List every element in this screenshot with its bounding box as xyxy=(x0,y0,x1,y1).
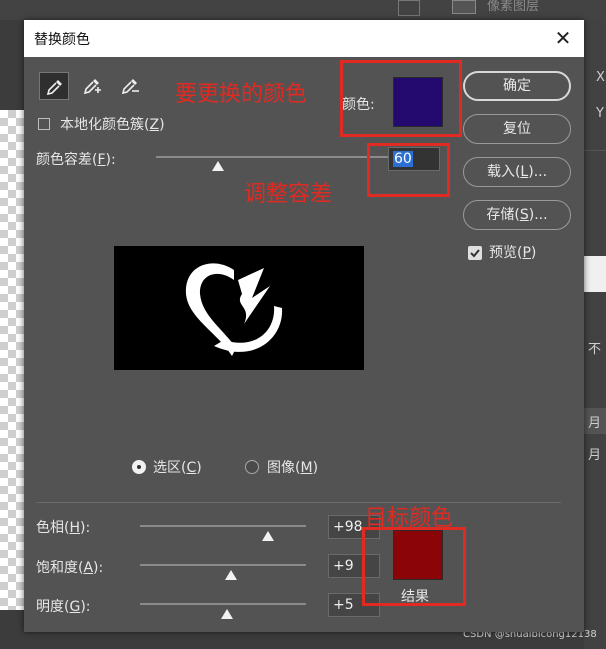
selection-text: 选区( xyxy=(153,460,187,476)
eyedropper-add-tool-button[interactable] xyxy=(77,72,107,100)
fuzziness-slider-track[interactable] xyxy=(156,156,388,158)
label-suffix: ) xyxy=(530,245,537,261)
annotation-target-color: 目标颜色 xyxy=(365,506,454,531)
saturation-slider-track[interactable] xyxy=(140,564,306,566)
load-text: 载入( xyxy=(486,164,521,180)
label-suffix: )... xyxy=(528,207,548,223)
eyedropper-minus-icon xyxy=(121,79,139,95)
fuzziness-slider-thumb[interactable] xyxy=(212,161,224,171)
selection-shortcut: C xyxy=(186,460,197,476)
replace-color-dialog: 替换颜色 ✕ 本地化颜色簇(Z) 颜色容差(F): 60 颜色: 确定 复位 载… xyxy=(24,20,584,632)
layer-image-icon xyxy=(452,0,476,14)
image-text: 图像( xyxy=(267,460,301,476)
label-suffix: ): xyxy=(105,152,116,168)
label-suffix: ): xyxy=(93,560,104,576)
close-button[interactable]: ✕ xyxy=(552,27,574,49)
logo-mask-image xyxy=(185,263,283,356)
selection-preview xyxy=(114,246,364,370)
lightness-shortcut: G xyxy=(69,599,81,615)
lightness-label: 明度(G): xyxy=(36,596,91,616)
saturation-slider-thumb[interactable] xyxy=(225,570,237,580)
localized-clusters-text: 本地化颜色簇( xyxy=(60,117,150,133)
image-radio[interactable] xyxy=(245,460,259,474)
panel-divider xyxy=(584,150,606,151)
save-button[interactable]: 存储(S)... xyxy=(463,200,571,230)
hue-shortcut: H xyxy=(69,520,80,536)
label-suffix: )... xyxy=(528,164,548,180)
save-shortcut: S xyxy=(519,207,529,223)
lightness-text: 明度( xyxy=(36,599,70,615)
label-suffix: ): xyxy=(80,599,91,615)
annotation-adjust-tolerance: 调整容差 xyxy=(244,182,333,207)
eyedropper-plus-icon xyxy=(83,79,101,95)
label-suffix: ) xyxy=(159,117,165,133)
localized-clusters-checkbox[interactable] xyxy=(38,118,50,130)
panel-item[interactable]: 月 xyxy=(588,444,601,463)
dialog-title: 替换颜色 xyxy=(34,32,90,48)
y-coordinate-label: Y xyxy=(596,106,604,121)
hue-slider-track[interactable] xyxy=(140,525,306,527)
reset-button[interactable]: 复位 xyxy=(463,114,571,144)
image-radio-label[interactable]: 图像(M) xyxy=(267,457,318,477)
selection-radio[interactable] xyxy=(132,460,146,474)
x-coordinate-label: X xyxy=(596,70,605,85)
fuzziness-shortcut: F xyxy=(97,152,106,168)
selection-radio-label[interactable]: 选区(C) xyxy=(153,457,202,477)
load-button[interactable]: 载入(L)... xyxy=(463,157,571,187)
panel-item[interactable]: 月 xyxy=(588,412,601,431)
layer-thumbnail-icon xyxy=(398,0,420,16)
annotation-box-tolerance xyxy=(367,143,450,197)
section-divider xyxy=(36,502,561,503)
annotation-box-target-color xyxy=(362,527,466,606)
eyedropper-tool-button[interactable] xyxy=(39,72,69,100)
hue-label: 色相(H): xyxy=(36,517,90,537)
panel-white-strip xyxy=(584,256,606,292)
hue-text: 色相( xyxy=(36,520,70,536)
dialog-titlebar[interactable]: 替换颜色 ✕ xyxy=(24,20,584,57)
annotation-color-to-replace: 要更换的颜色 xyxy=(175,82,308,107)
fuzziness-text: 颜色容差( xyxy=(36,152,98,168)
saturation-label: 饱和度(A): xyxy=(36,557,103,577)
lightness-slider-thumb[interactable] xyxy=(221,609,233,619)
localized-clusters-label[interactable]: 本地化颜色簇(Z) xyxy=(60,114,165,134)
layer-name: 像素图层 xyxy=(487,0,540,14)
localized-clusters-shortcut: Z xyxy=(149,117,160,133)
preview-checkbox[interactable] xyxy=(468,246,482,260)
transparent-canvas xyxy=(0,110,24,610)
panel-item[interactable]: 不 xyxy=(588,338,601,357)
image-shortcut: M xyxy=(300,460,313,476)
saturation-text: 饱和度( xyxy=(36,560,84,576)
eyedropper-subtract-tool-button[interactable] xyxy=(115,72,145,100)
ok-button[interactable]: 确定 xyxy=(463,71,571,101)
preview-text: 预览( xyxy=(489,245,523,261)
saturation-shortcut: A xyxy=(83,560,94,576)
lightness-slider-track[interactable] xyxy=(140,603,306,605)
label-suffix: ): xyxy=(80,520,91,536)
preview-label[interactable]: 预览(P) xyxy=(489,242,536,262)
fuzziness-label: 颜色容差(F): xyxy=(36,149,116,169)
label-suffix: ) xyxy=(312,460,319,476)
checkmark-icon xyxy=(470,249,480,258)
preview-shortcut: P xyxy=(522,245,531,261)
annotation-box-source-color xyxy=(340,60,462,137)
hue-slider-thumb[interactable] xyxy=(262,531,274,541)
label-suffix: ) xyxy=(196,460,202,476)
eyedropper-icon xyxy=(46,80,62,96)
save-text: 存储( xyxy=(486,207,520,223)
